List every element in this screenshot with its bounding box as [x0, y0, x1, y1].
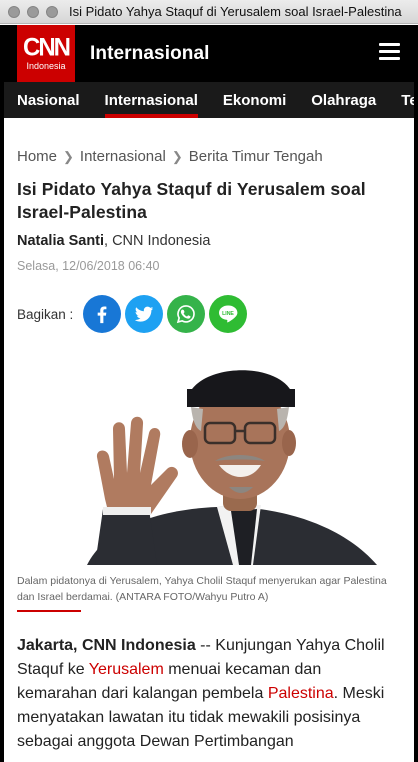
cnn-indonesia-logo[interactable]: CNN Indonesia [17, 25, 75, 82]
chevron-right-icon: ❯ [171, 148, 183, 164]
whatsapp-icon [177, 305, 196, 324]
photo-caption: Dalam pidatonya di Yerusalem, Yahya Chol… [17, 575, 387, 603]
line-share-button[interactable]: LINE [209, 295, 248, 333]
twitter-share-button[interactable] [125, 295, 164, 333]
link-palestina[interactable]: Palestina [268, 685, 334, 702]
article-body: Jakarta, CNN Indonesia -- Kunjungan Yahy… [17, 634, 401, 754]
logo-subtitle: Indonesia [26, 60, 66, 71]
article-photo-illustration [17, 349, 401, 565]
nav-item-teknologi[interactable]: Teknologi [401, 82, 414, 118]
window-minimize-button[interactable] [27, 5, 39, 18]
nav-item-internasional[interactable]: Internasional [104, 82, 199, 118]
svg-text:LINE: LINE [222, 311, 234, 317]
chevron-right-icon: ❯ [63, 148, 74, 164]
publish-datetime: Selasa, 12/06/2018 06:40 [17, 259, 160, 273]
breadcrumb: Home ❯ Internasional ❯ Berita Timur Teng… [17, 148, 401, 165]
section-title[interactable]: Internasional [90, 43, 210, 65]
byline: Natalia Santi, CNN Indonesia [17, 233, 401, 249]
category-nav: Nasional Internasional Ekonomi Olahraga … [4, 82, 414, 118]
twitter-icon [135, 306, 154, 322]
facebook-icon [97, 306, 107, 324]
article: Home ❯ Internasional ❯ Berita Timur Teng… [4, 148, 414, 754]
whatsapp-share-button[interactable] [167, 295, 206, 333]
window-close-button[interactable] [8, 5, 20, 18]
link-yerusalem[interactable]: Yerusalem [89, 661, 164, 678]
page-viewport: CNN Indonesia Internasional Nasional Int… [4, 25, 414, 762]
share-label: Bagikan : [17, 306, 74, 322]
breadcrumb-internasional[interactable]: Internasional [80, 148, 166, 165]
body-dateline: Jakarta, CNN Indonesia [17, 637, 196, 654]
site-header: CNN Indonesia Internasional [4, 25, 414, 82]
nav-item-olahraga[interactable]: Olahraga [311, 82, 376, 118]
hamburger-menu-icon[interactable] [379, 43, 400, 61]
article-headline: Isi Pidato Yahya Staquf di Yerusalem soa… [17, 179, 366, 222]
caption-divider [17, 610, 81, 612]
line-icon: LINE [219, 305, 238, 323]
facebook-share-button[interactable] [83, 295, 122, 333]
nav-item-ekonomi[interactable]: Ekonomi [223, 82, 286, 118]
outlet-name: , CNN Indonesia [104, 233, 211, 249]
window-zoom-button[interactable] [46, 5, 58, 18]
nav-item-nasional[interactable]: Nasional [17, 82, 80, 118]
window-frame: CNN Indonesia Internasional Nasional Int… [0, 25, 418, 762]
breadcrumb-home[interactable]: Home [17, 148, 57, 165]
share-bar: Bagikan : LINE [17, 295, 401, 333]
window-title: Isi Pidato Yahya Staquf di Yerusalem soa… [69, 4, 402, 19]
window-titlebar: Isi Pidato Yahya Staquf di Yerusalem soa… [0, 0, 418, 24]
logo-wordmark: CNN [23, 32, 71, 62]
author-name[interactable]: Natalia Santi [17, 233, 104, 249]
breadcrumb-berita-timur-tengah[interactable]: Berita Timur Tengah [189, 148, 323, 165]
article-photo[interactable] [17, 349, 401, 565]
